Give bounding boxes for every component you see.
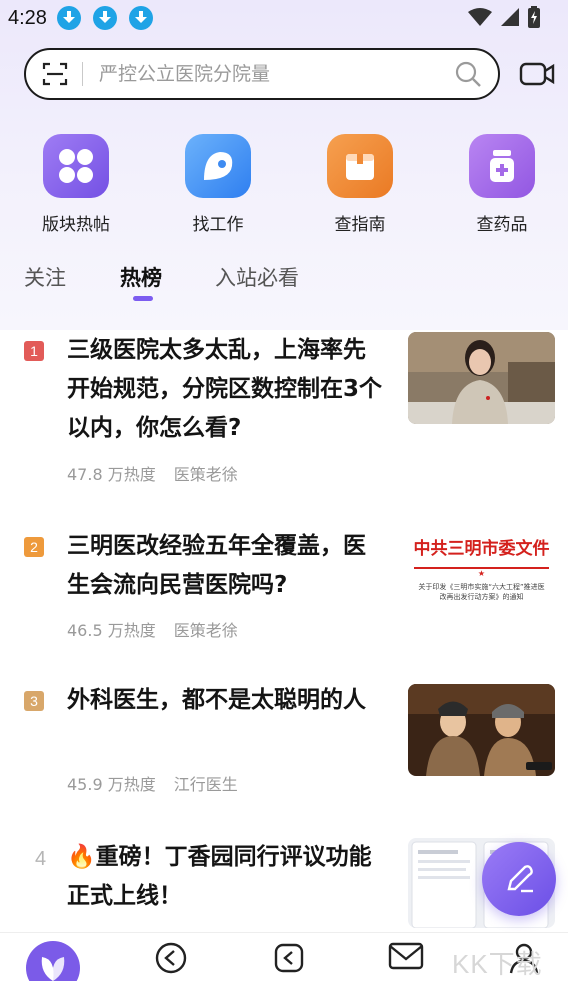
tab-must-see[interactable]: 入站必看 [215, 262, 299, 292]
item-title[interactable]: 三级医院太多太乱，上海率先开始规范，分院区数控制在3个以内，你怎么看? [67, 331, 387, 448]
item-meta: 45.9 万热度 江行医生 [67, 771, 238, 795]
rank-badge: 1 [24, 341, 44, 361]
search-icon[interactable] [454, 60, 482, 88]
grid-bubbles-icon [43, 134, 109, 198]
status-bar: 4:28 [0, 0, 568, 36]
download-icon [92, 6, 117, 30]
active-tab-indicator [133, 296, 153, 301]
item-meta: 47.8 万热度 医策老徐 [67, 461, 238, 485]
tab-follow[interactable]: 关注 [24, 262, 66, 292]
pen-icon [507, 865, 533, 893]
item-thumbnail[interactable] [408, 332, 555, 424]
nav-video[interactable] [141, 941, 201, 979]
rank-badge: 2 [24, 537, 44, 557]
item-title[interactable]: 🔥重磅！丁香园同行评议功能正式上线！ [67, 838, 387, 916]
compose-post-button[interactable] [482, 842, 556, 916]
medicine-bottle-icon [469, 134, 535, 198]
video-camera-icon[interactable] [519, 58, 555, 90]
quick-entry-medicine[interactable]: 查药品 [452, 134, 552, 235]
nav-messages[interactable] [376, 941, 436, 975]
quick-entry-find-job[interactable]: 找工作 [168, 134, 268, 235]
tab-hot-list[interactable]: 热榜 [120, 262, 162, 292]
search-bar[interactable] [24, 48, 500, 100]
download-icon [56, 6, 81, 30]
quick-entry-label: 查指南 [334, 215, 386, 235]
guide-book-icon [327, 134, 393, 198]
heat-count: 46.5 万热度 [67, 621, 156, 640]
battery-icon [528, 6, 540, 28]
job-badge-icon [185, 134, 251, 198]
thumb-title: 中共三明市委文件 [413, 539, 550, 559]
mail-icon [388, 942, 424, 970]
signal-icon [501, 8, 519, 26]
play-circle-icon [155, 942, 187, 974]
item-thumbnail[interactable]: 中共三明市委文件 ★ 关于印发《三明市实施“六大工程”推进医改再出发行动方案》的… [408, 524, 555, 628]
item-meta: 46.5 万热度 医策老徐 [67, 617, 238, 641]
wifi-icon [468, 8, 492, 26]
item-thumbnail[interactable] [408, 684, 555, 776]
quick-entry-label: 找工作 [192, 215, 244, 235]
item-title-text: 重磅！丁香园同行评议功能正式上线！ [67, 844, 372, 909]
rank-badge: 3 [24, 691, 44, 711]
author-name[interactable]: 医策老徐 [174, 621, 238, 640]
quick-entry-label: 查药品 [476, 215, 528, 235]
item-title[interactable]: 三明医改经验五年全覆盖，医生会流向民营医院吗? [67, 527, 387, 605]
heat-count: 47.8 万热度 [67, 465, 156, 484]
author-name[interactable]: 医策老徐 [174, 465, 238, 484]
star-icon: ★ [477, 569, 486, 578]
fire-icon: 🔥 [67, 844, 96, 870]
thumb-subtitle: 关于印发《三明市实施“六大工程”推进医改再出发行动方案》的通知 [418, 583, 545, 601]
class-icon [274, 943, 304, 973]
leaf-logo-icon [41, 957, 65, 981]
author-name[interactable]: 江行医生 [174, 775, 238, 794]
heat-count: 45.9 万热度 [67, 775, 156, 794]
nav-home[interactable] [26, 941, 80, 981]
quick-entry-label: 版块热帖 [42, 215, 110, 235]
nav-class[interactable] [259, 941, 319, 979]
watermark: KK下载 [452, 949, 543, 979]
quick-entry-guide[interactable]: 查指南 [310, 134, 410, 235]
quick-entry-board-hot[interactable]: 版块热帖 [26, 134, 126, 235]
download-icon [128, 6, 153, 30]
rank-number: 4 [35, 848, 47, 870]
scan-icon[interactable] [42, 61, 68, 87]
search-input[interactable] [99, 63, 454, 85]
item-title[interactable]: 外科医生，都不是太聪明的人 [67, 681, 387, 720]
search-divider [82, 62, 83, 86]
status-time: 4:28 [8, 6, 47, 29]
